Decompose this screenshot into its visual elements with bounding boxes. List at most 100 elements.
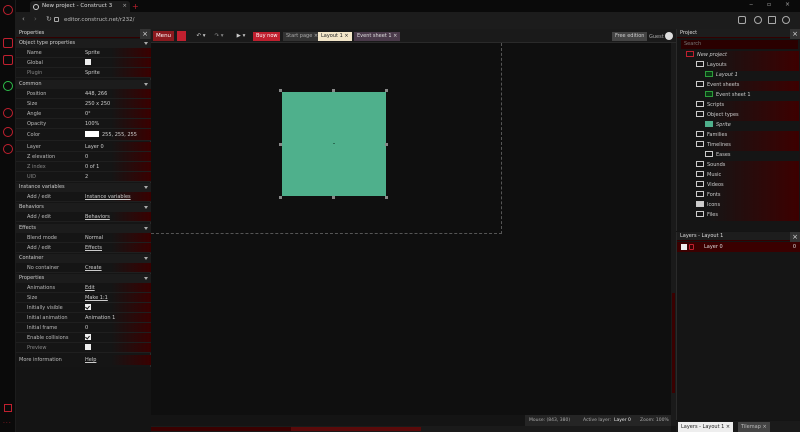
prop-instvar-add[interactable]: Add / edit Instance variables xyxy=(16,192,151,202)
layers-close-button[interactable]: × xyxy=(790,232,800,242)
layer-visible-checkbox[interactable] xyxy=(681,244,687,250)
sidebar-arrow-icon[interactable] xyxy=(3,108,13,118)
more-icon[interactable]: ··· xyxy=(3,420,12,427)
prop-global[interactable]: Global xyxy=(16,58,151,68)
whatsapp-icon[interactable] xyxy=(3,81,13,91)
tree-music[interactable]: Music xyxy=(696,171,721,180)
section-instance-variables[interactable]: Instance variables xyxy=(16,183,151,192)
resize-handle[interactable] xyxy=(385,143,388,146)
sprite-instance[interactable] xyxy=(282,92,386,196)
section-properties[interactable]: Properties xyxy=(16,274,151,283)
resize-handle[interactable] xyxy=(279,89,282,92)
tree-layouts[interactable]: Layouts xyxy=(696,61,727,70)
back-icon[interactable]: ‹ xyxy=(22,15,25,23)
resize-handle[interactable] xyxy=(279,143,282,146)
tab-layers-layout-1[interactable]: Layers - Layout 1 × xyxy=(678,422,734,432)
layer-row[interactable]: Layer 0 0 xyxy=(677,242,800,252)
bookmark-icon[interactable] xyxy=(768,16,776,24)
account-icon[interactable] xyxy=(782,16,790,24)
history-icon[interactable] xyxy=(3,127,13,137)
prop-angle[interactable]: Angle 0° xyxy=(16,109,151,119)
tree-event-sheets[interactable]: Event sheets xyxy=(696,81,739,90)
edition-badge[interactable]: Free edition xyxy=(612,32,648,41)
tab-layout-1[interactable]: Layout 1 × xyxy=(318,32,352,41)
prop-initial-animation[interactable]: Initial animation Animation 1 xyxy=(16,313,151,323)
visible-checkbox[interactable] xyxy=(85,304,91,310)
resize-handle[interactable] xyxy=(385,196,388,199)
prop-blend-mode[interactable]: Blend mode Normal xyxy=(16,233,151,243)
prop-color[interactable]: Color 255, 255, 255 xyxy=(16,129,151,141)
prop-layer[interactable]: Layer Layer 0 xyxy=(16,142,151,152)
global-checkbox[interactable] xyxy=(85,59,91,65)
prop-z-elevation[interactable]: Z elevation 0 xyxy=(16,152,151,162)
prop-more-info[interactable]: More information Help xyxy=(16,355,151,365)
prop-preview[interactable]: Preview xyxy=(16,343,151,353)
sidebar-toggle-icon[interactable] xyxy=(4,404,12,412)
save-icon[interactable] xyxy=(177,31,186,41)
resize-handle[interactable] xyxy=(279,196,282,199)
prop-animations[interactable]: Animations Edit xyxy=(16,283,151,293)
project-close-button[interactable]: × xyxy=(790,29,800,39)
collisions-checkbox[interactable] xyxy=(85,334,91,340)
tree-sounds[interactable]: Sounds xyxy=(696,161,725,170)
scrollbar-track[interactable] xyxy=(151,427,291,431)
properties-close-button[interactable]: × xyxy=(140,29,150,39)
tree-families[interactable]: Families xyxy=(696,131,727,140)
preview-play-icon[interactable]: ▶ ▾ xyxy=(232,31,250,41)
project-search-input[interactable]: Search xyxy=(681,40,798,49)
resize-handle[interactable] xyxy=(332,196,335,199)
horizontal-scrollbar[interactable] xyxy=(151,426,671,432)
tree-layout-1[interactable]: Layout 1 xyxy=(705,71,738,80)
tree-object-types[interactable]: Object types xyxy=(696,111,739,120)
tab-event-sheet-1[interactable]: Event sheet 1 × xyxy=(354,32,401,41)
menu-button[interactable]: Menu xyxy=(153,31,174,41)
prop-enable-collisions[interactable]: Enable collisions xyxy=(16,333,151,343)
prop-effects-add[interactable]: Add / edit Effects xyxy=(16,243,151,253)
tree-scripts[interactable]: Scripts xyxy=(696,101,724,110)
prop-size[interactable]: Size 250 x 250 xyxy=(16,99,151,109)
undo-icon[interactable]: ↶ ▾ xyxy=(192,31,210,41)
prop-image-size[interactable]: Size Make 1:1 xyxy=(16,293,151,303)
tab-tilemap[interactable]: Tilemap × xyxy=(738,422,770,432)
user-name[interactable]: Guest xyxy=(649,34,664,40)
browser-tab[interactable]: New project - Construct 3 × xyxy=(30,1,130,12)
user-avatar-icon[interactable] xyxy=(665,32,673,40)
tree-icons[interactable]: Icons xyxy=(696,201,720,210)
prop-name[interactable]: Name Sprite xyxy=(16,48,151,58)
buy-now-button[interactable]: Buy now xyxy=(253,32,281,41)
sidebar-target-icon[interactable] xyxy=(3,38,13,48)
section-behaviors[interactable]: Behaviors xyxy=(16,203,151,212)
settings-icon[interactable] xyxy=(3,144,13,154)
opera-logo-icon[interactable] xyxy=(3,5,13,15)
section-container[interactable]: Container xyxy=(16,254,151,263)
zoom-icon[interactable] xyxy=(754,16,762,24)
section-common[interactable]: Common xyxy=(16,80,151,89)
tree-files[interactable]: Files xyxy=(696,211,718,220)
sidebar-shop-icon[interactable] xyxy=(3,55,13,65)
prop-container[interactable]: No container Create xyxy=(16,263,151,273)
prop-position[interactable]: Position 448, 266 xyxy=(16,89,151,99)
vertical-scrollbar-thumb[interactable] xyxy=(672,293,675,393)
prop-initial-frame[interactable]: Initial frame 0 xyxy=(16,323,151,333)
new-tab-button[interactable]: + xyxy=(132,1,139,12)
scrollbar-thumb[interactable] xyxy=(291,427,421,431)
tree-eases[interactable]: Eases xyxy=(705,151,731,160)
tree-root[interactable]: New project xyxy=(686,51,727,60)
color-swatch[interactable] xyxy=(85,131,99,137)
camera-icon[interactable] xyxy=(738,16,746,24)
tree-timelines[interactable]: Timelines xyxy=(696,141,731,150)
preview-checkbox[interactable] xyxy=(85,344,91,350)
section-effects[interactable]: Effects xyxy=(16,224,151,233)
redo-icon[interactable]: ↷ ▾ xyxy=(210,31,228,41)
url-field[interactable]: editor.construct.net/r232/ xyxy=(64,15,724,26)
tree-event-sheet-1[interactable]: Event sheet 1 xyxy=(705,91,751,100)
window-controls[interactable]: ‒ ▫ × xyxy=(749,1,796,8)
prop-opacity[interactable]: Opacity 100% xyxy=(16,119,151,129)
tree-videos[interactable]: Videos xyxy=(696,181,724,190)
reload-icon[interactable]: ↻ xyxy=(46,15,52,23)
tree-fonts[interactable]: Fonts xyxy=(696,191,721,200)
tab-start-page[interactable]: Start page × xyxy=(283,32,322,41)
resize-handle[interactable] xyxy=(332,89,335,92)
forward-icon[interactable]: › xyxy=(34,15,37,23)
tab-close-icon[interactable]: × xyxy=(122,1,127,12)
